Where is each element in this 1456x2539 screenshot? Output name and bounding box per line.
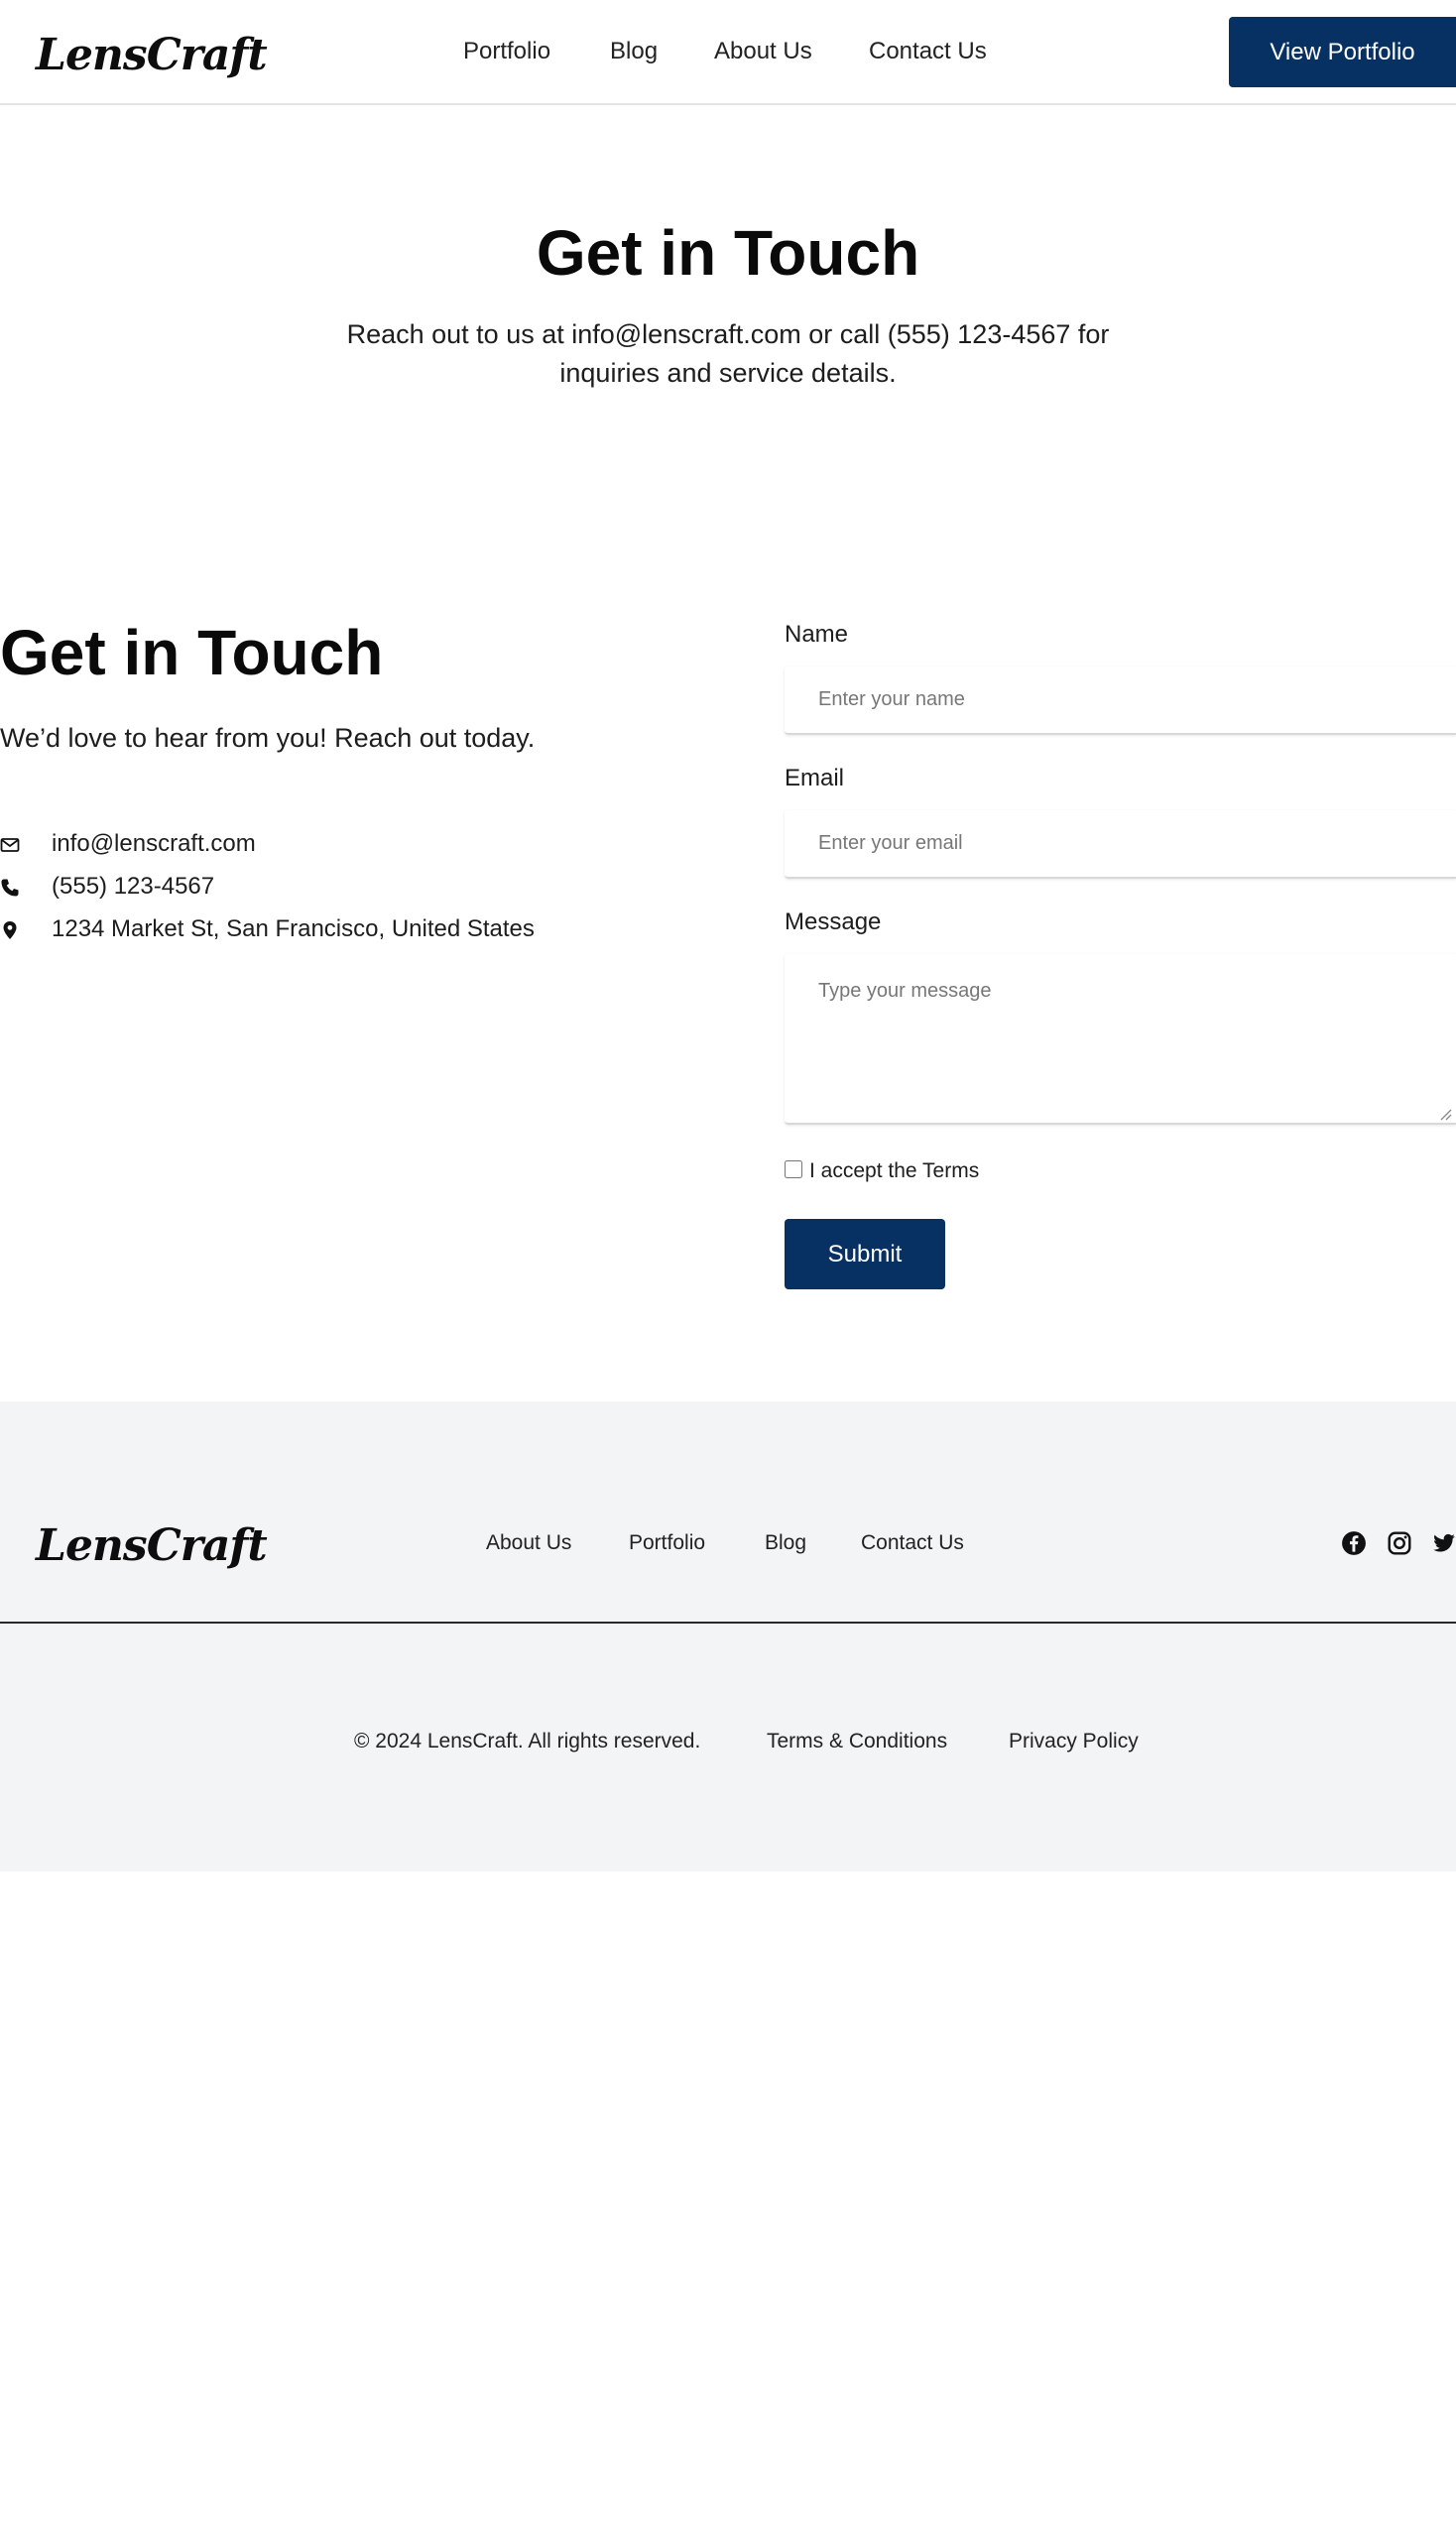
- contact-phone-row: (555) 123-4567: [0, 869, 694, 905]
- instagram-icon[interactable]: [1387, 1530, 1412, 1556]
- submit-button[interactable]: Submit: [785, 1219, 945, 1289]
- footer-logo[interactable]: LensCraft: [36, 1518, 268, 1574]
- terms-label[interactable]: I accept the Terms: [809, 1156, 979, 1186]
- contact-email-row: info@lenscraft.com: [0, 826, 694, 862]
- contact-address: 1234 Market St, San Francisco, United St…: [52, 915, 535, 942]
- hero-subtitle: Reach out to us at info@lenscraft.com or…: [346, 319, 1110, 388]
- facebook-icon[interactable]: [1341, 1530, 1367, 1556]
- map-pin-icon: [3, 921, 17, 939]
- site-header: LensCraft Portfolio Blog About Us Contac…: [0, 0, 1456, 105]
- phone-icon: [1, 879, 19, 897]
- contact-subtitle: We’d love to hear from you! Reach out to…: [0, 723, 536, 753]
- contact-phone[interactable]: (555) 123-4567: [52, 869, 214, 905]
- twitter-icon[interactable]: [1431, 1530, 1456, 1556]
- terms-checkbox[interactable]: [785, 1160, 802, 1178]
- name-label: Name: [785, 621, 849, 648]
- message-textarea[interactable]: [785, 954, 1456, 1125]
- view-portfolio-button[interactable]: View Portfolio: [1229, 17, 1456, 87]
- hero-title: Get in Touch: [536, 217, 920, 289]
- email-label: Email: [785, 765, 845, 791]
- copyright-text: © 2024 LensCraft. All rights reserved.: [354, 1730, 701, 1753]
- nav-link-blog[interactable]: Blog: [610, 34, 658, 69]
- email-input[interactable]: [785, 810, 1456, 879]
- nav-link-about-us[interactable]: About Us: [714, 34, 812, 69]
- footer-link-about-us[interactable]: About Us: [486, 1526, 571, 1560]
- footer-link-contact-us[interactable]: Contact Us: [861, 1526, 964, 1560]
- terms-link[interactable]: Terms & Conditions: [767, 1726, 947, 1757]
- nav-link-portfolio[interactable]: Portfolio: [463, 34, 550, 69]
- message-label: Message: [785, 908, 882, 935]
- site-footer: LensCraft About Us Portfolio Blog Contac…: [0, 1401, 1456, 1872]
- contact-address-row: 1234 Market St, San Francisco, United St…: [0, 911, 694, 947]
- envelope-icon: [0, 838, 20, 852]
- footer-link-portfolio[interactable]: Portfolio: [629, 1526, 705, 1560]
- resize-handle-icon[interactable]: [1438, 1107, 1452, 1121]
- footer-link-blog[interactable]: Blog: [765, 1526, 806, 1560]
- footer-divider: [0, 1622, 1456, 1624]
- privacy-link[interactable]: Privacy Policy: [1009, 1726, 1139, 1757]
- contact-email[interactable]: info@lenscraft.com: [52, 826, 256, 862]
- nav-link-contact-us[interactable]: Contact Us: [869, 34, 987, 69]
- name-input[interactable]: [785, 666, 1456, 735]
- contact-title: Get in Touch: [0, 617, 384, 688]
